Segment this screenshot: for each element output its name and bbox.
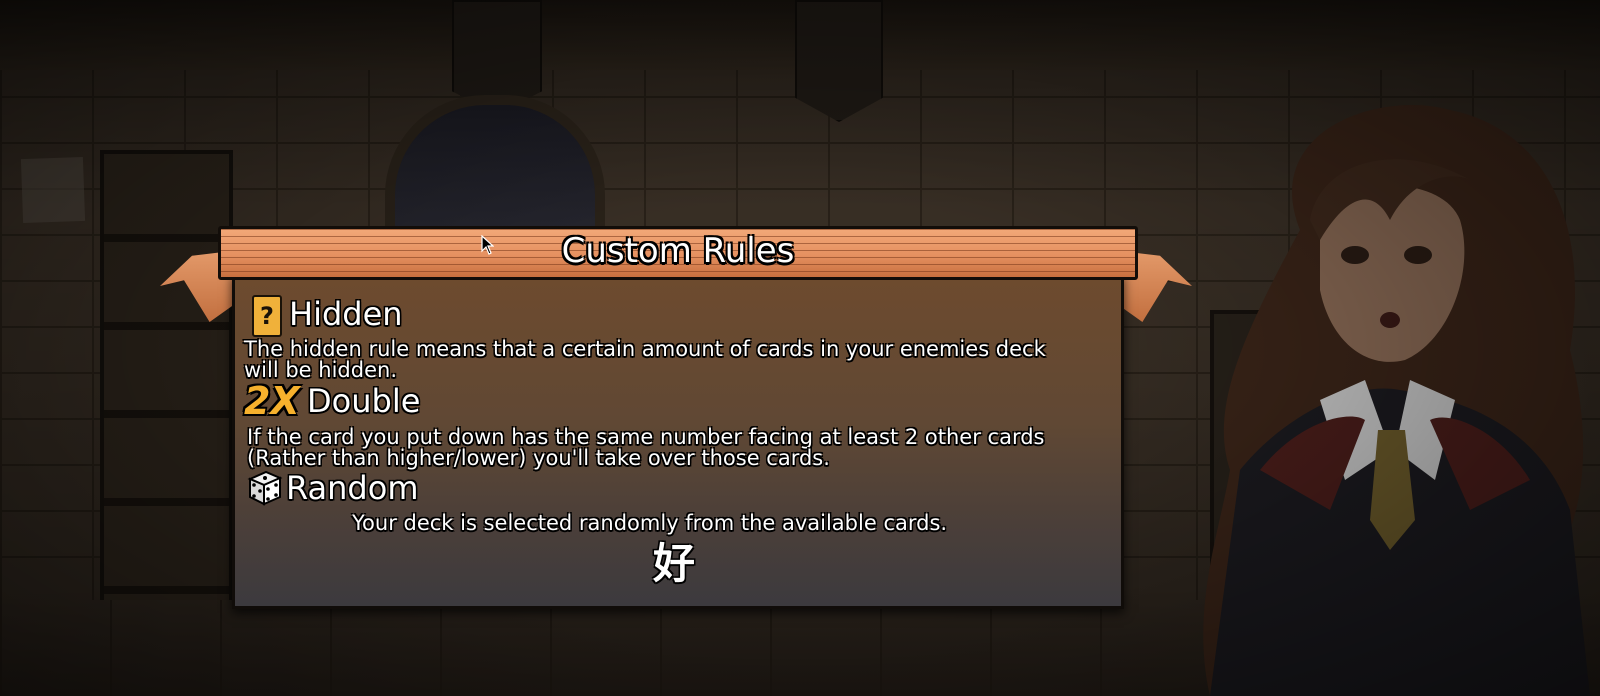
title-ribbon: Custom Rules [218, 226, 1138, 280]
2x-icon: 2X [244, 379, 300, 423]
rule-hidden-name: Hidden [289, 295, 403, 333]
rule-double-description: If the card you put down has the same nu… [247, 425, 1045, 470]
rule-random-name: Random [286, 469, 419, 507]
dice-icon [247, 470, 283, 506]
dialog-title: Custom Rules [561, 231, 795, 271]
rule-hidden-description: The hidden rule means that a certain amo… [244, 337, 1046, 382]
question-mark-card-icon: ? [252, 295, 282, 337]
rule-random-description: Your deck is selected randomly from the … [352, 511, 948, 535]
confirm-button[interactable]: 好 [640, 538, 708, 590]
rule-double-name: Double [307, 382, 421, 420]
mouse-cursor-icon [481, 235, 494, 255]
